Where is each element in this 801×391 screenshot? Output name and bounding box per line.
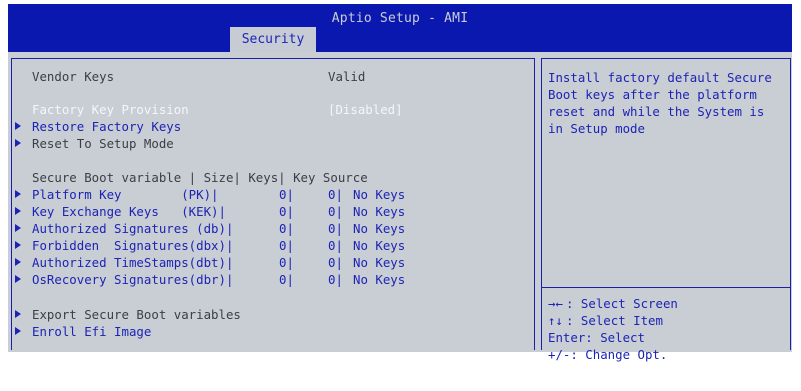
help-line: in Setup mode — [548, 121, 645, 136]
legend-enter-select: Enter: Select — [548, 329, 678, 346]
help-line: Boot keys after the platform — [548, 87, 757, 102]
enroll-efi-image-label: Enroll Efi Image — [32, 324, 152, 339]
reset-to-setup-mode-label: Reset To Setup Mode — [32, 136, 174, 151]
help-pane: Install factory default Secure Boot keys… — [541, 58, 791, 362]
restore-factory-keys-label: Restore Factory Keys — [32, 119, 182, 134]
variable-source: No Keys — [353, 272, 406, 287]
left-right-arrows-icon: →← — [548, 296, 563, 311]
variable-size: 0| — [279, 272, 294, 287]
help-line: reset and while the System is — [548, 104, 765, 119]
legend-text: +/-: Change Opt. — [548, 347, 668, 362]
up-down-arrows-icon: ↑↓ — [548, 313, 563, 328]
submenu-arrow-icon — [15, 207, 21, 215]
factory-key-provision-row[interactable]: Factory Key Provision [Disabled] — [12, 101, 403, 118]
help-divider — [542, 287, 790, 288]
variable-keys: 0| — [328, 221, 343, 236]
legend-select-item: ↑↓: Select Item — [548, 312, 678, 329]
variable-keys: 0| — [328, 204, 343, 219]
variable-name: Authorized Signatures (db)| — [32, 221, 234, 236]
variable-size: 0| — [279, 238, 294, 253]
submenu-arrow-icon — [15, 122, 21, 130]
tab-security[interactable]: Security — [230, 27, 316, 52]
variable-keys: 0| — [328, 187, 343, 202]
submenu-arrow-icon — [15, 327, 21, 335]
vendor-keys-row: Vendor Keys Valid — [12, 68, 365, 85]
variable-keys: 0| — [328, 255, 343, 270]
variable-keys: 0| — [328, 238, 343, 253]
main-panel: Vendor Keys Valid Factory Key Provision … — [8, 52, 792, 362]
legend-text: Enter: Select — [548, 330, 645, 345]
vendor-keys-value: Valid — [328, 69, 366, 84]
export-secure-boot-variables-item[interactable]: Export Secure Boot variables — [12, 306, 241, 323]
factory-key-provision-label: Factory Key Provision — [32, 102, 189, 117]
title-bar: Aptio Setup - AMI Security — [8, 4, 792, 52]
variable-row-kek[interactable]: Key Exchange Keys (KEK)| 0| 0| No Keys — [12, 203, 405, 220]
variable-name: Authorized TimeStamps(dbt)| — [32, 255, 234, 270]
variable-source: No Keys — [353, 204, 406, 219]
variable-size: 0| — [279, 221, 294, 236]
legend-text: : Select Item — [566, 313, 663, 328]
submenu-arrow-icon — [15, 224, 21, 232]
variable-name: OsRecovery Signatures(dbr)| — [32, 272, 234, 287]
submenu-arrow-icon — [15, 258, 21, 266]
variable-name: Key Exchange Keys (KEK)| — [32, 204, 226, 219]
variable-source: No Keys — [353, 187, 406, 202]
vendor-keys-label: Vendor Keys — [32, 69, 115, 84]
reset-to-setup-mode-item[interactable]: Reset To Setup Mode — [12, 135, 174, 152]
factory-key-provision-value[interactable]: [Disabled] — [328, 101, 403, 118]
variable-keys: 0| — [328, 272, 343, 287]
variable-source: No Keys — [353, 221, 406, 236]
keys-legend: →←: Select Screen ↑↓: Select Item Enter:… — [548, 295, 678, 363]
variable-row-dbr[interactable]: OsRecovery Signatures(dbr)| 0| 0| No Key… — [12, 271, 405, 288]
legend-select-screen: →←: Select Screen — [548, 295, 678, 312]
settings-pane: Vendor Keys Valid Factory Key Provision … — [11, 58, 535, 350]
variable-size: 0| — [279, 187, 294, 202]
variable-source: No Keys — [353, 255, 406, 270]
submenu-arrow-icon — [15, 190, 21, 198]
variable-size: 0| — [279, 255, 294, 270]
variable-row-dbt[interactable]: Authorized TimeStamps(dbt)| 0| 0| No Key… — [12, 254, 405, 271]
variable-name: Platform Key (PK)| — [32, 187, 219, 202]
help-description: Install factory default Secure Boot keys… — [548, 69, 788, 137]
variable-row-db[interactable]: Authorized Signatures (db)| 0| 0| No Key… — [12, 220, 405, 237]
submenu-arrow-icon — [15, 241, 21, 249]
app-title: Aptio Setup - AMI — [331, 11, 469, 26]
help-line: Install factory default Secure — [548, 70, 772, 85]
export-secure-boot-variables-label: Export Secure Boot variables — [32, 307, 241, 322]
submenu-arrow-icon — [15, 275, 21, 283]
submenu-arrow-icon — [15, 139, 21, 147]
variable-row-pk[interactable]: Platform Key (PK)| 0| 0| No Keys — [12, 186, 405, 203]
enroll-efi-image-item[interactable]: Enroll Efi Image — [12, 323, 151, 340]
variable-row-dbx[interactable]: Forbidden Signatures(dbx)| 0| 0| No Keys — [12, 237, 405, 254]
restore-factory-keys-item[interactable]: Restore Factory Keys — [12, 118, 181, 135]
variable-size: 0| — [279, 204, 294, 219]
table-header-text: Secure Boot variable | Size| Keys| Key S… — [32, 170, 368, 185]
submenu-arrow-icon — [15, 310, 21, 318]
variable-name: Forbidden Signatures(dbx)| — [32, 238, 234, 253]
legend-text: : Select Screen — [566, 296, 678, 311]
secure-boot-table-header: Secure Boot variable | Size| Keys| Key S… — [12, 169, 368, 186]
variable-source: No Keys — [353, 238, 406, 253]
